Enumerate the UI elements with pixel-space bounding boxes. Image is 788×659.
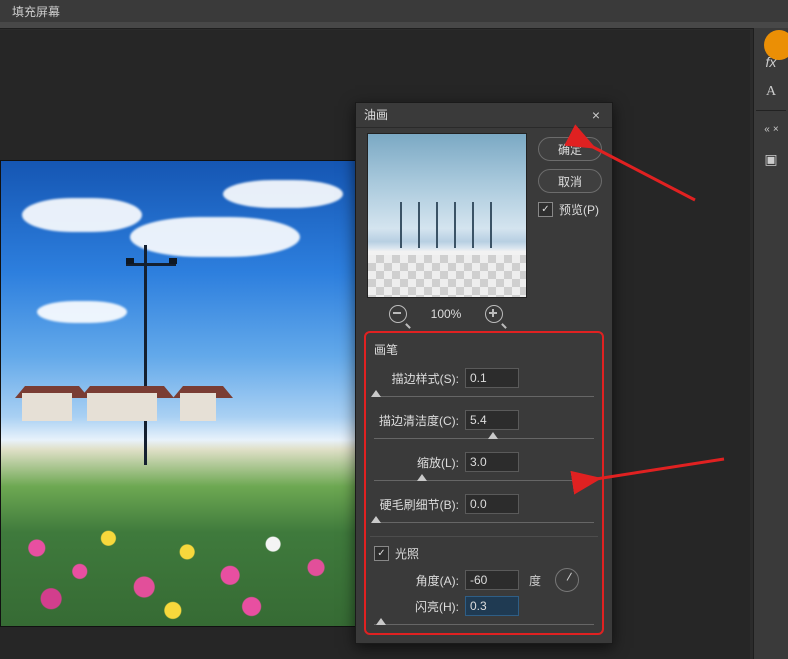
stroke-style-slider[interactable] [374,392,594,402]
bristle-input[interactable] [465,494,519,514]
brush-lighting-panel: 画笔 描边样式(S): 描边清洁度(C): 缩放(L): 硬毛刷细节(B): [364,331,604,635]
panel-separator [756,110,786,111]
angle-dial[interactable] [555,568,579,592]
preview-zoom-row: 100% [367,303,525,325]
stroke-style-label: 描边样式(S): [374,370,459,387]
brush-group-label: 画笔 [374,339,594,364]
preview-checkbox-row: ✓ 预览(P) [538,201,602,218]
cancel-button[interactable]: 取消 [538,169,602,193]
oil-paint-dialog: 油画 × 100% 确定 取消 ✓ 预览(P) 画笔 描边样式(S): [355,102,613,644]
scale-input[interactable] [465,452,519,472]
lighting-group-row: ✓ 光照 [374,545,594,562]
zoom-in-icon[interactable] [485,305,503,323]
preview-image [368,134,526,297]
bristle-label: 硬毛刷细节(B): [374,496,459,513]
angle-field: 角度(A): 度 [374,568,594,592]
angle-label: 角度(A): [374,572,459,589]
filter-preview[interactable] [367,133,527,298]
shine-field: 闪亮(H): [374,596,594,616]
section-separator [370,536,598,537]
bristle-slider[interactable] [374,518,594,528]
menubar: 填充屏幕 [0,0,788,23]
scale-slider[interactable] [374,476,594,486]
lighting-group-label: 光照 [395,545,419,562]
stroke-style-field: 描边样式(S): [374,368,594,388]
close-icon[interactable]: × [588,107,604,123]
zoom-percentage: 100% [431,307,462,321]
preview-checkbox[interactable]: ✓ [538,202,553,217]
scale-label: 缩放(L): [374,454,459,471]
swatch-panel-icon[interactable]: ▣ [757,147,785,171]
angle-input[interactable] [465,570,519,590]
shine-label: 闪亮(H): [374,598,459,615]
dialog-button-column: 确定 取消 ✓ 预览(P) [538,137,602,218]
right-panel-strip: fx A « × ▣ [753,28,788,659]
bristle-field: 硬毛刷细节(B): [374,494,594,514]
shine-input[interactable] [465,596,519,616]
stroke-style-input[interactable] [465,368,519,388]
ok-button[interactable]: 确定 [538,137,602,161]
stroke-clean-input[interactable] [465,410,519,430]
document-frame [0,160,360,627]
menu-fill-screen[interactable]: 填充屏幕 [0,0,72,23]
lighting-checkbox[interactable]: ✓ [374,546,389,561]
document-image [1,161,359,626]
shine-slider[interactable] [374,620,594,630]
dialog-titlebar[interactable]: 油画 × [356,103,612,128]
stroke-clean-slider[interactable] [374,434,594,444]
scale-field: 缩放(L): [374,452,594,472]
options-bar [0,22,788,29]
collapse-panels-icon[interactable]: « × [757,117,785,141]
text-panel-icon[interactable]: A [757,80,785,104]
zoom-out-icon[interactable] [389,305,407,323]
angle-unit: 度 [529,572,541,589]
preview-checkbox-label: 预览(P) [559,201,599,218]
app-badge-icon [764,30,788,60]
stroke-clean-label: 描边清洁度(C): [374,412,459,429]
stroke-clean-field: 描边清洁度(C): [374,410,594,430]
dialog-title-text: 油画 [364,103,388,127]
